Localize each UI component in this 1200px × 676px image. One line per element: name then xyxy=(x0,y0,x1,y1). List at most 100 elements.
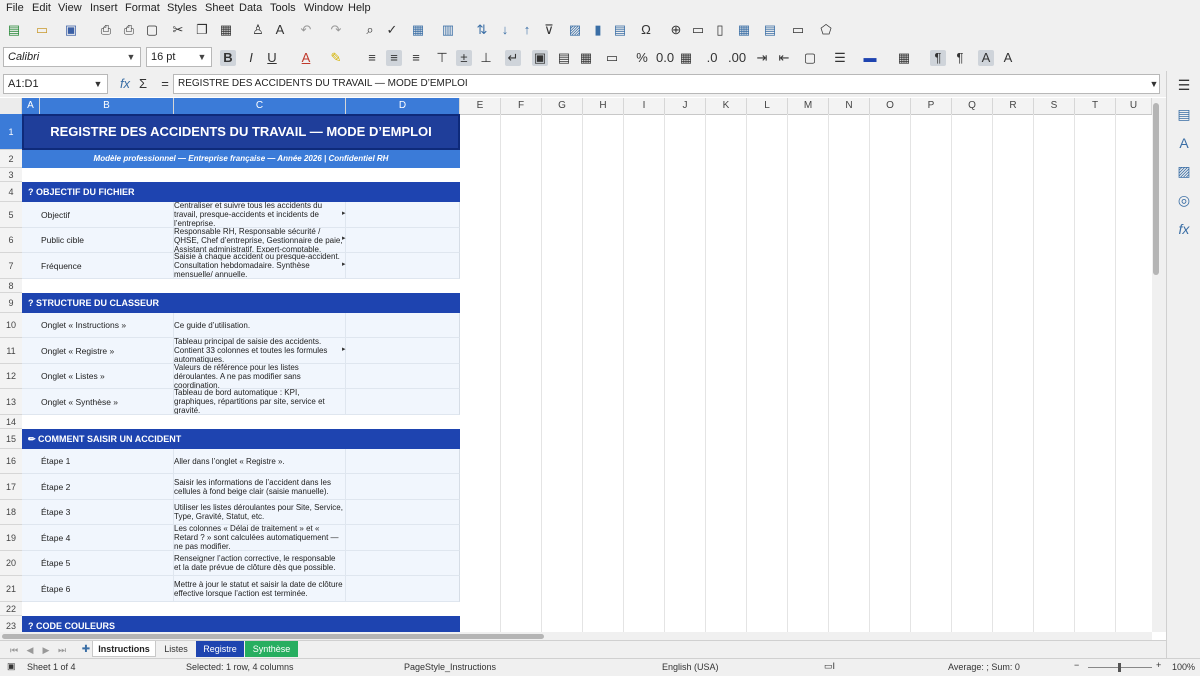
align-left-icon[interactable]: ≡ xyxy=(364,50,380,66)
cell-a[interactable] xyxy=(22,474,40,500)
col-header-j[interactable]: J xyxy=(665,98,706,114)
increase-indent-icon[interactable]: ⇥ xyxy=(754,50,770,66)
align-center-vertically-icon[interactable]: ± xyxy=(456,50,472,66)
undo-icon[interactable]: ↶ xyxy=(298,22,314,38)
border-style-icon[interactable]: ☰ xyxy=(832,50,848,66)
row-header-20[interactable]: 20 xyxy=(0,551,22,576)
menu-data[interactable]: Data xyxy=(239,2,262,14)
copy-icon[interactable]: ❐ xyxy=(194,22,210,38)
show-draw-functions-icon[interactable]: ⬠ xyxy=(818,22,834,38)
item-label-cell[interactable]: Étape 6 xyxy=(40,576,174,602)
cell-a[interactable] xyxy=(22,202,40,228)
menu-view[interactable]: View xyxy=(58,2,82,14)
cell-a[interactable] xyxy=(22,500,40,525)
paste-icon[interactable]: ▦ xyxy=(218,22,234,38)
col-header-l[interactable]: L xyxy=(747,98,788,114)
language[interactable]: English (USA) xyxy=(662,662,719,672)
cell-a[interactable] xyxy=(22,253,40,279)
align-bottom-icon[interactable]: ⊥ xyxy=(478,50,494,66)
wrap-text-icon[interactable]: ↵ xyxy=(505,50,521,66)
sort-ascending-icon[interactable]: ↓ xyxy=(497,22,513,38)
row-header-14[interactable]: 14 xyxy=(0,415,22,429)
col-header-f[interactable]: F xyxy=(501,98,542,114)
left-to-right-icon[interactable]: ¶ xyxy=(930,50,946,66)
col-header-p[interactable]: P xyxy=(911,98,952,114)
cell-d[interactable] xyxy=(346,449,460,474)
date-format-icon[interactable]: ▦ xyxy=(678,50,694,66)
cell-d[interactable] xyxy=(346,551,460,576)
number-format-icon[interactable]: 0.0 xyxy=(656,50,674,66)
sheet-tab-instructions[interactable]: Instructions xyxy=(92,641,156,657)
row-icon[interactable]: ▦ xyxy=(410,22,426,38)
row-header-12[interactable]: 12 xyxy=(0,364,22,389)
menu-styles[interactable]: Styles xyxy=(167,2,197,14)
row-header-22[interactable]: 22 xyxy=(0,602,22,616)
page-style[interactable]: PageStyle_Instructions xyxy=(404,662,496,672)
column-icon[interactable]: ▥ xyxy=(440,22,456,38)
row-header-6[interactable]: 6 xyxy=(0,228,22,253)
col-header-b[interactable]: B xyxy=(40,98,174,114)
row-header-13[interactable]: 13 xyxy=(0,389,22,415)
cell-d[interactable] xyxy=(346,338,460,364)
col-header-k[interactable]: K xyxy=(706,98,747,114)
merge-cells-icon[interactable]: ▤ xyxy=(556,50,572,66)
chevron-down-icon[interactable]: ▼ xyxy=(122,48,140,66)
cell-a[interactable] xyxy=(22,551,40,576)
conditional-format-icon[interactable]: ▦ xyxy=(896,50,912,66)
section-header-saisie[interactable]: ✏ COMMENT SAISIR UN ACCIDENT xyxy=(22,429,460,449)
item-label-cell[interactable]: Étape 5 xyxy=(40,551,174,576)
hyperlink-icon[interactable]: ⊕ xyxy=(668,22,684,38)
border-color-icon[interactable]: ▬ xyxy=(862,50,878,66)
cell-d[interactable] xyxy=(346,576,460,602)
menu-tools[interactable]: Tools xyxy=(270,2,296,14)
underline-icon[interactable]: U xyxy=(264,50,280,66)
item-label-cell[interactable]: Onglet « Registre » xyxy=(40,338,174,364)
last-sheet-icon[interactable]: ⏭ xyxy=(54,642,70,658)
autofilter-icon[interactable]: ⊽ xyxy=(541,22,557,38)
item-text-cell[interactable]: Tableau principal de saisie des accident… xyxy=(174,338,346,364)
first-sheet-icon[interactable]: ⏮ xyxy=(6,642,22,658)
item-text-cell[interactable]: Valeurs de référence pour les listes dér… xyxy=(174,364,346,389)
section-header-couleurs[interactable]: ? CODE COULEURS xyxy=(22,616,460,632)
currency-icon[interactable]: ▭ xyxy=(604,50,620,66)
menu-insert[interactable]: Insert xyxy=(90,2,118,14)
cell-a[interactable] xyxy=(22,449,40,474)
col-header-r[interactable]: R xyxy=(993,98,1034,114)
row-header-19[interactable]: 19 xyxy=(0,525,22,551)
vertical-scroll-thumb[interactable] xyxy=(1153,103,1159,275)
define-print-area-icon[interactable]: ▦ xyxy=(736,22,752,38)
new-document-icon[interactable]: ▤ xyxy=(6,22,22,38)
function-wizard-icon[interactable]: fx xyxy=(117,76,133,92)
row-header-1[interactable]: 1 xyxy=(0,114,22,150)
selection-mode-icon[interactable]: ▭I xyxy=(824,661,835,672)
cell-d[interactable] xyxy=(346,500,460,525)
font-name-box[interactable]: Calibri ▼ xyxy=(3,47,141,67)
item-text-cell[interactable]: Centraliser et suivre tous les accidents… xyxy=(174,202,346,228)
sheet-title-cell[interactable]: REGISTRE DES ACCIDENTS DU TRAVAIL — MODE… xyxy=(22,114,460,150)
styles-icon[interactable]: A xyxy=(1175,135,1193,153)
col-header-i[interactable]: I xyxy=(624,98,665,114)
item-text-cell[interactable]: Utiliser les listes déroulantes pour Sit… xyxy=(174,500,346,525)
menu-window[interactable]: Window xyxy=(304,2,343,14)
col-header-h[interactable]: H xyxy=(583,98,624,114)
item-label-cell[interactable]: Fréquence xyxy=(40,253,174,279)
zoom-slider-handle[interactable] xyxy=(1118,663,1121,672)
col-header-m[interactable]: M xyxy=(788,98,829,114)
name-box-dropdown-icon[interactable]: ▼ xyxy=(90,76,106,92)
item-label-cell[interactable]: Onglet « Synthèse » xyxy=(40,389,174,415)
horizontal-scroll-thumb[interactable] xyxy=(2,634,544,639)
percent-icon[interactable]: % xyxy=(634,50,650,66)
zoom-out-icon[interactable]: − xyxy=(1074,660,1079,670)
row-header-3[interactable]: 3 xyxy=(0,168,22,182)
row-header-7[interactable]: 7 xyxy=(0,253,22,279)
decrease-indent-icon[interactable]: ⇤ xyxy=(776,50,792,66)
cell-d[interactable] xyxy=(346,389,460,415)
add-decimal-icon[interactable]: .0 xyxy=(704,50,720,66)
col-header-d[interactable]: D xyxy=(346,98,460,114)
spelling-icon[interactable]: ✓ xyxy=(384,22,400,38)
properties-icon[interactable]: ▤ xyxy=(1175,106,1193,124)
row-header-17[interactable]: 17 xyxy=(0,474,22,500)
borders-icon[interactable]: ▢ xyxy=(802,50,818,66)
row-header-11[interactable]: 11 xyxy=(0,338,22,364)
redo-icon[interactable]: ↷ xyxy=(328,22,344,38)
